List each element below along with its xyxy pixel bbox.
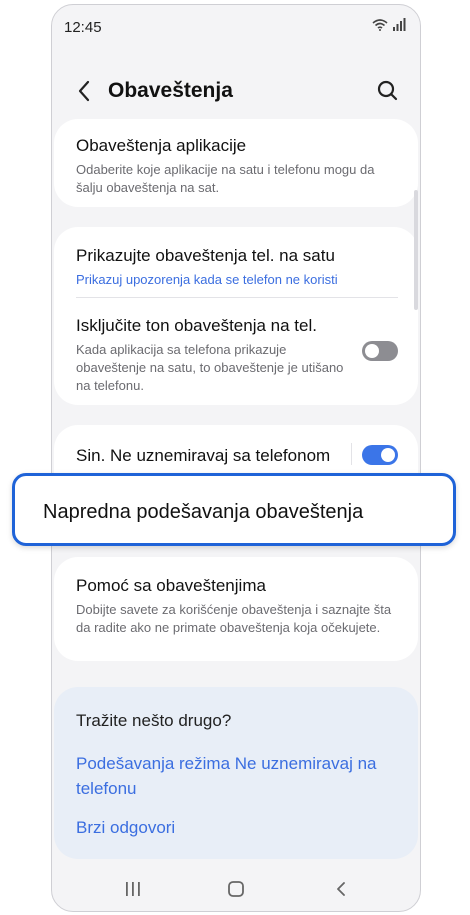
mute-phone-toggle[interactable] — [362, 341, 398, 361]
mute-phone-item[interactable]: Isključite ton obaveštenja na tel. Kada … — [76, 315, 348, 395]
help-item[interactable]: Pomoć sa obaveštenjima Dobijte savete za… — [76, 575, 396, 637]
search-button[interactable] — [374, 77, 402, 105]
dnd-sync-toggle[interactable] — [362, 445, 398, 465]
mute-phone-subtitle: Kada aplikacija sa telefona prikazuje ob… — [76, 342, 344, 393]
signal-icon — [393, 18, 406, 31]
search-icon — [377, 80, 398, 101]
quick-replies-link[interactable]: Brzi odgovori — [76, 815, 396, 840]
app-notifications-title: Obaveštenja aplikacije — [76, 136, 247, 155]
dnd-sync-title: Sin. Ne uznemiravaj sa telefonom — [76, 446, 331, 465]
looking-for-card: Tražite nešto drugo? Podešavanja režima … — [54, 687, 418, 859]
side-key — [414, 190, 418, 310]
vertical-divider — [351, 443, 352, 465]
home-icon[interactable] — [227, 880, 245, 898]
page-title: Obaveštenja — [108, 79, 233, 102]
recent-apps-icon[interactable] — [124, 881, 142, 897]
chevron-left-icon — [78, 80, 90, 102]
phone-screen: 12:45 Obaveštenja Obaveštenja aplikacije… — [51, 4, 421, 912]
dnd-settings-link[interactable]: Podešavanja režima Ne uznemiravaj na tel… — [76, 751, 396, 801]
show-phone-notifications-item[interactable]: Prikazujte obaveštenja tel. na satu Prik… — [76, 245, 396, 289]
mute-phone-title: Isključite ton obaveštenja na tel. — [76, 316, 317, 335]
header: Obaveštenja — [52, 67, 420, 115]
back-button[interactable] — [72, 77, 98, 105]
toggle-knob — [381, 448, 395, 462]
status-time: 12:45 — [64, 19, 102, 36]
show-phone-subtitle: Prikazuj upozorenja kada se telefon ne k… — [76, 272, 338, 287]
card-app-notifications: Obaveštenja aplikacije Odaberite koje ap… — [54, 119, 418, 207]
help-subtitle: Dobijte savete za korišćenje obaveštenja… — [76, 602, 392, 635]
advanced-settings-title: Napredna podešavanja obaveštenja — [43, 501, 364, 523]
divider — [76, 297, 398, 298]
status-icons — [372, 18, 406, 31]
app-notifications-subtitle: Odaberite koje aplikacije na satu i tele… — [76, 162, 375, 195]
advanced-settings-item[interactable]: Napredna podešavanja obaveštenja — [12, 473, 456, 546]
card-phone-notifications: Prikazujte obaveštenja tel. na satu Prik… — [54, 227, 418, 405]
show-phone-title: Prikazujte obaveštenja tel. na satu — [76, 246, 335, 265]
wifi-icon — [372, 19, 388, 31]
looking-for-title: Tražite nešto drugo? — [76, 711, 232, 730]
back-icon[interactable] — [334, 881, 348, 897]
status-bar: 12:45 — [52, 5, 420, 45]
dnd-sync-item[interactable]: Sin. Ne uznemiravaj sa telefonom — [76, 445, 396, 467]
card-help: Pomoć sa obaveštenjima Dobijte savete za… — [54, 557, 418, 661]
navigation-bar — [52, 867, 420, 911]
toggle-knob — [365, 344, 379, 358]
app-notifications-item[interactable]: Obaveštenja aplikacije Odaberite koje ap… — [76, 135, 396, 197]
help-title: Pomoć sa obaveštenjima — [76, 576, 266, 595]
